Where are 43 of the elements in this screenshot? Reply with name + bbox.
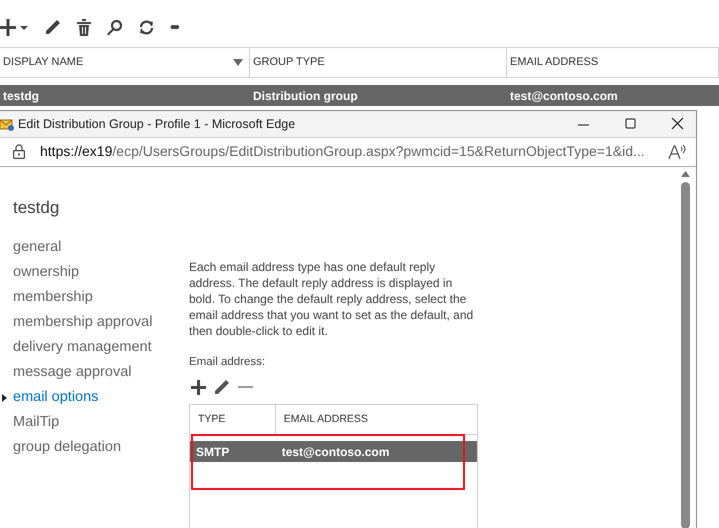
nav-link[interactable]: ownership	[13, 260, 189, 286]
column-header[interactable]: GROUP TYPE	[253, 54, 325, 71]
maximize-icon[interactable]	[624, 117, 637, 130]
triangle-marker-icon	[2, 394, 7, 402]
pencil-icon[interactable]	[214, 379, 230, 395]
nav-link[interactable]: membership approval	[13, 310, 189, 336]
table-row[interactable]: testdg Distribution group test@contoso.com	[0, 85, 719, 106]
pencil-icon[interactable]	[44, 18, 62, 36]
column-header[interactable]: DISPLAY NAME	[3, 54, 84, 71]
table-row[interactable]: SMTP test@contoso.com	[190, 441, 477, 462]
table-cell-text: test@contoso.com	[282, 444, 390, 460]
table-cell-text: Distribution group	[253, 88, 358, 104]
page-heading: testdg	[13, 196, 60, 219]
nav-link[interactable]: group delegation	[13, 435, 189, 460]
url-text[interactable]: https://ex19/ecp/UsersGroups/EditDistributionGroup.aspx?pwmcid=15&ReturnObjectType=1&id...	[40, 141, 645, 162]
scrollbar-thumb[interactable]	[680, 182, 690, 528]
more-button[interactable]: •••	[170, 20, 177, 34]
close-icon[interactable]	[671, 117, 684, 130]
description-text: Each email address type has one default reply address. The default reply address is displayed in bold. To change the default reply address, select the email address that you want to set as the default, and then double-click to edit it.	[189, 258, 474, 339]
nav-link[interactable]: general	[13, 235, 189, 260]
refresh-icon[interactable]	[138, 18, 155, 36]
search-icon[interactable]	[106, 18, 123, 36]
column-header[interactable]: TYPE	[198, 412, 226, 428]
column-header[interactable]: EMAIL ADDRESS	[510, 54, 598, 71]
table-cell-text: test@contoso.com	[510, 88, 618, 104]
scroll-up-icon[interactable]	[680, 170, 690, 177]
add-icon[interactable]	[191, 380, 206, 394]
table-cell-text: SMTP	[196, 444, 230, 460]
read-aloud-icon[interactable]	[668, 144, 686, 160]
nav-link[interactable]: message approval	[13, 360, 189, 386]
sort-arrow-icon[interactable]	[233, 59, 243, 66]
nav-link[interactable]: delivery management	[13, 335, 189, 360]
trash-icon[interactable]	[77, 18, 91, 36]
add-icon[interactable]	[0, 17, 29, 37]
nav-link[interactable]: membership	[13, 285, 189, 310]
nav-link[interactable]: MailTip	[13, 410, 189, 436]
column-header[interactable]: EMAIL ADDRESS	[284, 412, 368, 428]
lock-icon[interactable]	[13, 144, 25, 160]
field-label: Email address:	[189, 354, 266, 370]
window-title: Edit Distribution Group - Profile 1 - Microsoft Edge	[18, 116, 296, 133]
nav-link[interactable]: email options	[13, 385, 189, 410]
table-cell-text: testdg	[3, 88, 39, 104]
minus-icon[interactable]	[238, 386, 253, 388]
